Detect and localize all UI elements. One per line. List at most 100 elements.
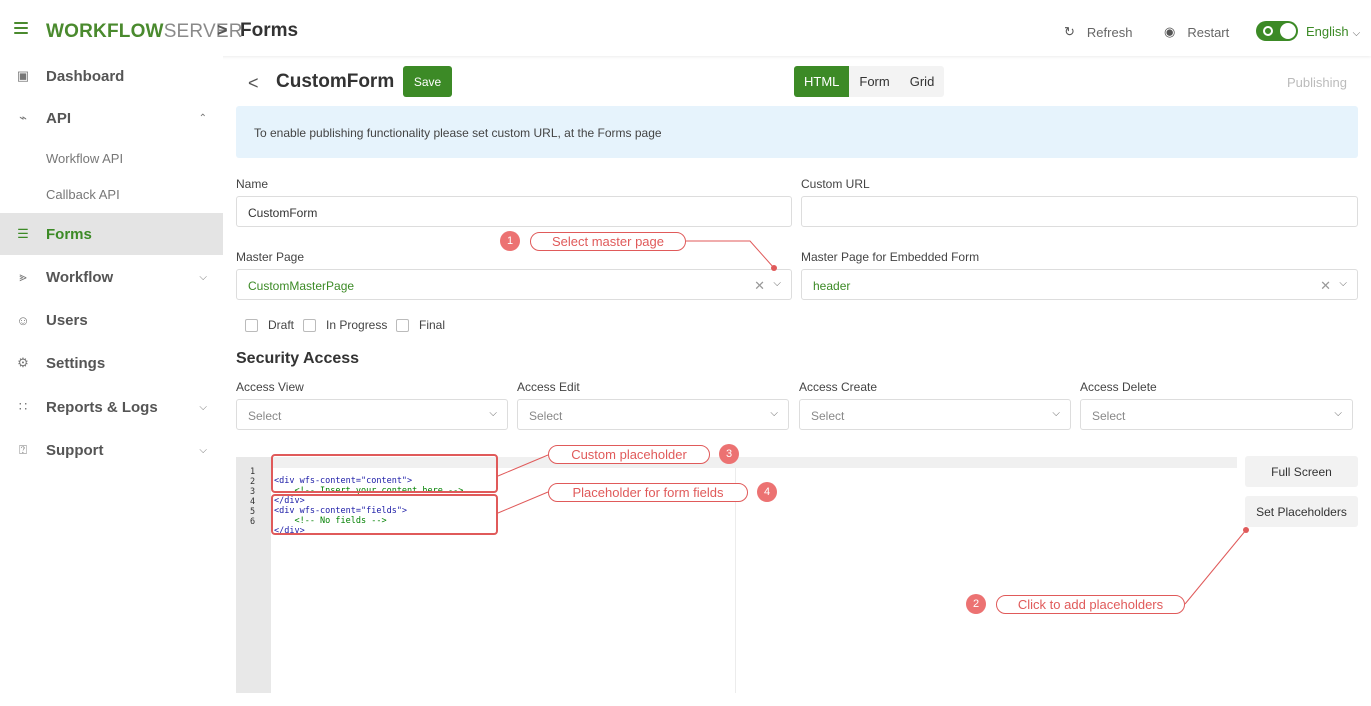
custom-placeholder-highlight <box>271 454 498 493</box>
refresh-icon: ↻ <box>1064 24 1075 39</box>
breadcrumb-current: Forms <box>240 20 299 41</box>
code-line[interactable]: 6 </div> <box>236 509 305 536</box>
chevron-down-icon: ⌵ <box>199 271 207 283</box>
users-icon: ☺ <box>16 312 30 328</box>
chevron-down-icon[interactable]: ⌵ <box>1339 278 1347 289</box>
status-label: In Progress <box>326 318 388 332</box>
checkbox-box[interactable] <box>303 318 316 332</box>
top-bar: WORKFLOWSERVER > Forms ↻ Refresh ◉ Resta… <box>0 0 1371 56</box>
dashboard-icon: ▣ <box>16 68 30 83</box>
sidebar-item-label: Dashboard <box>46 67 125 85</box>
sidebar-item-dashboard[interactable]: ▣ Dashboard <box>0 56 223 96</box>
code-line[interactable]: 2 <!-- Insert your content here --> <box>236 469 463 496</box>
code-line[interactable]: 5 <!-- No fields --> <box>236 499 387 526</box>
access-view-value: Select <box>248 409 282 423</box>
restart-label: Restart <box>1187 24 1230 40</box>
toggle-knob <box>1280 23 1296 39</box>
menu-icon[interactable] <box>14 22 28 34</box>
sidebar-item-label: API <box>46 109 72 127</box>
toggle-ring-icon <box>1263 26 1273 36</box>
chevron-down-icon: ⌵ <box>770 408 778 419</box>
annotation-custom-placeholder: Custom placeholder <box>548 445 710 464</box>
annotation-select-master-page: Select master page <box>530 232 686 251</box>
reports-icon: ∷ <box>18 399 28 414</box>
brand-bold-text: WORKFLOW <box>46 21 164 42</box>
embedded-master-value: header <box>813 279 851 293</box>
refresh-button[interactable]: ↻ Refresh <box>1064 24 1132 40</box>
fields-placeholder-highlight <box>271 494 498 535</box>
restart-button[interactable]: ◉ Restart <box>1164 24 1229 40</box>
code-line[interactable]: 4 <div wfs-content="fields"> <box>236 489 407 516</box>
tab-grid[interactable]: Grid <box>900 66 945 97</box>
chevron-down-icon: ⌵ <box>489 408 497 419</box>
sidebar-item-settings[interactable]: ⚙ Settings <box>0 343 223 383</box>
status-label: Final <box>419 318 446 332</box>
restart-icon: ◉ <box>1164 24 1176 39</box>
embedded-master-label: Master Page for Embedded Form <box>801 250 980 264</box>
annotation-number-2: 2 <box>966 594 986 614</box>
access-view-label: Access View <box>236 380 304 394</box>
custom-url-input[interactable] <box>801 196 1358 227</box>
sidebar-item-support[interactable]: ⍰ Support ⌵ <box>0 430 223 470</box>
annotation-number-1: 1 <box>500 231 520 251</box>
sidebar-item-label: Support <box>46 441 104 459</box>
sidebar-item-users[interactable]: ☺ Users <box>0 300 223 340</box>
checkbox-box[interactable] <box>245 318 258 332</box>
status-final-checkbox[interactable]: Final <box>396 318 445 332</box>
brand-light-text: SERVER <box>163 21 243 42</box>
code-line[interactable]: 3 </div> <box>236 479 305 506</box>
sidebar-item-api[interactable]: ⌁ API ⌃ <box>0 98 223 138</box>
status-label: Draft <box>268 318 295 332</box>
form-title: CustomForm <box>276 71 395 92</box>
master-page-label: Master Page <box>236 250 305 264</box>
workflow-icon: ⪢ <box>19 269 27 284</box>
chevron-down-icon: ⌵ <box>199 401 207 413</box>
sidebar-item-workflow[interactable]: ⪢ Workflow ⌵ <box>0 257 223 297</box>
access-edit-value: Select <box>529 409 563 423</box>
sidebar-item-label: Settings <box>46 354 106 372</box>
info-banner: To enable publishing functionality pleas… <box>236 106 1358 158</box>
tab-html[interactable]: HTML <box>794 66 850 97</box>
access-view-select[interactable]: Select ⌵ <box>236 399 508 430</box>
sidebar-subitem-workflow-api[interactable]: Workflow API <box>46 151 123 166</box>
language-label: English <box>1306 24 1349 39</box>
view-tabs: HTML Form Grid <box>794 66 945 97</box>
status-in-progress-checkbox[interactable]: In Progress <box>303 318 387 332</box>
plug-icon: ⌁ <box>19 110 27 125</box>
language-select[interactable]: English ⌵ <box>1306 24 1360 39</box>
access-create-value: Select <box>811 409 845 423</box>
form-icon: ☰ <box>17 226 29 241</box>
back-icon[interactable]: < <box>248 73 259 94</box>
save-button[interactable]: Save <box>403 66 452 97</box>
access-create-select[interactable]: Select ⌵ <box>799 399 1071 430</box>
code-line[interactable]: 1 <div wfs-content="content"> <box>236 459 412 486</box>
sidebar-item-forms[interactable]: ☰ Forms <box>0 213 223 255</box>
status-draft-checkbox[interactable]: Draft <box>245 318 294 332</box>
full-screen-button[interactable]: Full Screen <box>1245 456 1358 487</box>
embedded-master-select[interactable]: header ✕ ⌵ <box>801 269 1358 300</box>
checkbox-box[interactable] <box>396 318 409 332</box>
name-input[interactable]: CustomForm <box>236 196 792 227</box>
clear-icon[interactable]: ✕ <box>754 278 765 294</box>
line-number: 6 <box>250 517 256 527</box>
clear-icon[interactable]: ✕ <box>1320 278 1331 294</box>
question-icon: ⍰ <box>19 442 27 457</box>
gears-icon: ⚙ <box>17 355 29 370</box>
sidebar-subitem-callback-api[interactable]: Callback API <box>46 187 120 202</box>
tab-form[interactable]: Form <box>849 66 899 97</box>
theme-toggle[interactable] <box>1256 21 1298 41</box>
sidebar-item-reports-logs[interactable]: ∷ Reports & Logs ⌵ <box>0 387 223 427</box>
sidebar-item-label: Forms <box>46 225 92 243</box>
chevron-up-icon: ⌃ <box>198 112 207 124</box>
refresh-label: Refresh <box>1086 24 1133 40</box>
access-edit-select[interactable]: Select ⌵ <box>517 399 789 430</box>
chevron-down-icon[interactable]: ⌵ <box>773 278 781 289</box>
publishing-link: Publishing <box>1287 75 1347 90</box>
security-access-title: Security Access <box>236 350 360 367</box>
access-delete-select[interactable]: Select ⌵ <box>1080 399 1353 430</box>
brand-logo[interactable]: WORKFLOWSERVER <box>46 21 243 43</box>
master-page-value: CustomMasterPage <box>248 279 355 293</box>
master-page-select[interactable]: CustomMasterPage ✕ ⌵ <box>236 269 792 300</box>
access-edit-label: Access Edit <box>517 380 580 394</box>
set-placeholders-button[interactable]: Set Placeholders <box>1245 496 1358 527</box>
